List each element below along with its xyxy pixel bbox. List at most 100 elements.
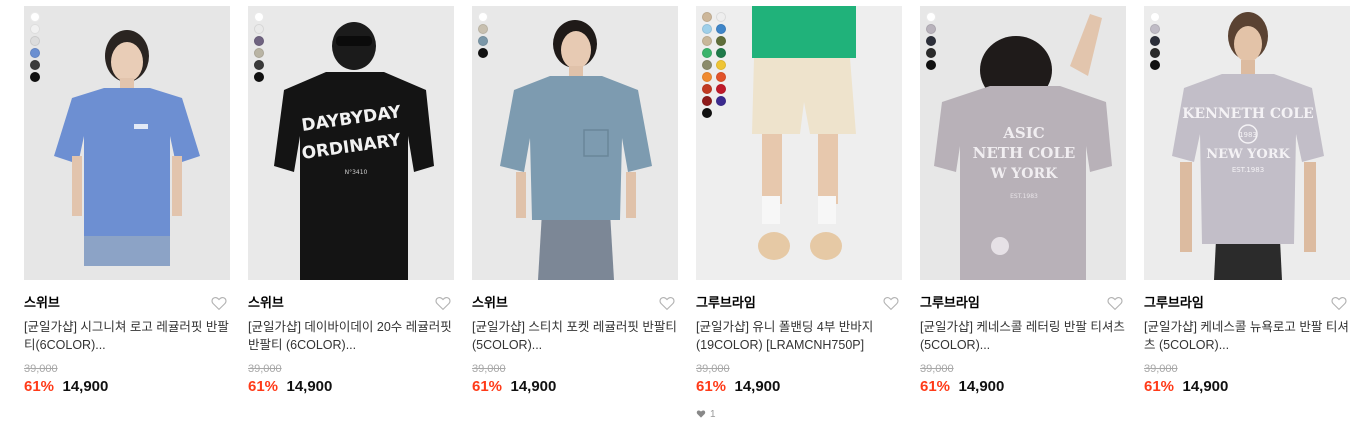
- color-swatch[interactable]: [716, 24, 726, 34]
- original-price: 39,000: [24, 363, 58, 375]
- heart-icon[interactable]: [210, 294, 228, 312]
- discount-rate: 61%: [696, 378, 727, 395]
- svg-text:N°3410: N°3410: [345, 169, 368, 176]
- product-card[interactable]: KENNETH COLE 1983 NEW YORK EST.1983 그루브라…: [1144, 6, 1350, 397]
- color-swatch[interactable]: [254, 48, 264, 58]
- color-swatch[interactable]: [716, 96, 726, 106]
- heart-icon[interactable]: [882, 294, 900, 312]
- color-swatch[interactable]: [30, 24, 40, 34]
- product-title[interactable]: [균일가샵] 케네스콜 레터링 반팔 티셔츠 (5COLOR)...: [920, 318, 1126, 354]
- sale-price: 14,900: [958, 378, 1005, 395]
- heart-icon[interactable]: [658, 294, 676, 312]
- svg-text:NETH COLE: NETH COLE: [973, 144, 1076, 162]
- color-swatch[interactable]: [254, 24, 264, 34]
- product-photo: [472, 6, 678, 280]
- color-swatches: [926, 12, 950, 70]
- color-swatch[interactable]: [1150, 60, 1160, 70]
- product-card[interactable]: 스위브 [균일가샵] 스티치 포켓 레귤러핏 반팔티 (5COLOR)... 3…: [472, 6, 678, 397]
- svg-text:NEW YORK: NEW YORK: [1206, 147, 1290, 162]
- color-swatch[interactable]: [702, 24, 712, 34]
- product-image[interactable]: KENNETH COLE 1983 NEW YORK EST.1983: [1144, 6, 1350, 280]
- product-title[interactable]: [균일가샵] 스티치 포켓 레귤러핏 반팔티 (5COLOR)...: [472, 318, 678, 354]
- product-image[interactable]: ASIC NETH COLE W YORK EST.1983: [920, 6, 1126, 280]
- product-card[interactable]: ASIC NETH COLE W YORK EST.1983 그루브라임 [균일…: [920, 6, 1126, 397]
- brand-name[interactable]: 그루브라임: [1144, 294, 1350, 312]
- svg-text:KENNETH COLE: KENNETH COLE: [1182, 106, 1313, 122]
- like-count-value: 1: [710, 409, 716, 420]
- color-swatch[interactable]: [702, 72, 712, 82]
- color-swatch[interactable]: [702, 48, 712, 58]
- color-swatch[interactable]: [702, 108, 712, 118]
- heart-icon[interactable]: [1106, 294, 1124, 312]
- color-swatch[interactable]: [30, 60, 40, 70]
- color-swatch[interactable]: [1150, 36, 1160, 46]
- color-swatch[interactable]: [254, 60, 264, 70]
- color-swatch[interactable]: [478, 12, 488, 22]
- product-title[interactable]: [균일가샵] 유니 폴밴딩 4부 반바지 (19COLOR) [LRAMCNH7…: [696, 318, 902, 354]
- color-swatch[interactable]: [926, 48, 936, 58]
- product-image[interactable]: DAYBYDAY ORDINARY N°3410: [248, 6, 454, 280]
- product-card[interactable]: 그루브라임 [균일가샵] 유니 폴밴딩 4부 반바지 (19COLOR) [LR…: [696, 6, 902, 421]
- product-image[interactable]: [696, 6, 902, 280]
- brand-name[interactable]: 스위브: [248, 294, 454, 312]
- heart-icon[interactable]: [434, 294, 452, 312]
- color-swatch[interactable]: [926, 36, 936, 46]
- color-swatch[interactable]: [716, 48, 726, 58]
- product-card[interactable]: DAYBYDAY ORDINARY N°3410 스위브 [균일가샵] 데이바이…: [248, 6, 454, 397]
- product-card[interactable]: 스위브 [균일가샵] 시그니쳐 로고 레귤러핏 반팔티(6COLOR)... 3…: [24, 6, 230, 397]
- brand-name[interactable]: 스위브: [24, 294, 230, 312]
- svg-text:1983: 1983: [1239, 131, 1257, 139]
- product-photo: [24, 6, 230, 280]
- color-swatch[interactable]: [1150, 48, 1160, 58]
- color-swatch[interactable]: [30, 12, 40, 22]
- color-swatch[interactable]: [254, 72, 264, 82]
- color-swatch[interactable]: [478, 48, 488, 58]
- product-title[interactable]: [균일가샵] 시그니쳐 로고 레귤러핏 반팔티(6COLOR)...: [24, 318, 230, 354]
- color-swatch[interactable]: [30, 36, 40, 46]
- color-swatch[interactable]: [702, 96, 712, 106]
- color-swatch[interactable]: [254, 36, 264, 46]
- color-swatch[interactable]: [702, 12, 712, 22]
- product-image[interactable]: [24, 6, 230, 280]
- color-swatch[interactable]: [702, 84, 712, 94]
- discount-rate: 61%: [1144, 378, 1175, 395]
- color-swatch[interactable]: [1150, 24, 1160, 34]
- color-swatch[interactable]: [716, 72, 726, 82]
- color-swatch[interactable]: [254, 12, 264, 22]
- price-line: 61% 14,900: [920, 377, 1126, 397]
- color-swatch[interactable]: [1150, 12, 1160, 22]
- sale-price: 14,900: [734, 378, 781, 395]
- color-swatch[interactable]: [702, 36, 712, 46]
- color-swatch[interactable]: [926, 12, 936, 22]
- brand-name[interactable]: 그루브라임: [696, 294, 902, 312]
- product-photo: KENNETH COLE 1983 NEW YORK EST.1983: [1144, 6, 1350, 280]
- color-swatch[interactable]: [702, 60, 712, 70]
- brand-name[interactable]: 스위브: [472, 294, 678, 312]
- color-swatch[interactable]: [926, 60, 936, 70]
- product-photo: ASIC NETH COLE W YORK EST.1983: [920, 6, 1126, 280]
- color-swatch[interactable]: [926, 24, 936, 34]
- color-swatch[interactable]: [478, 36, 488, 46]
- original-price: 39,000: [1144, 363, 1178, 375]
- product-title[interactable]: [균일가샵] 데이바이데이 20수 레귤러핏 반팔티 (6COLOR)...: [248, 318, 454, 354]
- heart-icon[interactable]: [1330, 294, 1348, 312]
- color-swatch[interactable]: [716, 12, 726, 22]
- brand-name[interactable]: 그루브라임: [920, 294, 1126, 312]
- product-photo: [696, 6, 902, 280]
- color-swatches: [1150, 12, 1174, 70]
- color-swatch[interactable]: [716, 84, 726, 94]
- sale-price: 14,900: [286, 378, 333, 395]
- color-swatch[interactable]: [716, 60, 726, 70]
- price-line: 61% 14,900: [248, 377, 454, 397]
- color-swatch[interactable]: [716, 36, 726, 46]
- color-swatch[interactable]: [30, 72, 40, 82]
- sale-price: 14,900: [1182, 378, 1229, 395]
- original-price: 39,000: [472, 363, 506, 375]
- color-swatches: [254, 12, 278, 82]
- svg-text:EST.1983: EST.1983: [1232, 166, 1264, 174]
- color-swatch[interactable]: [478, 24, 488, 34]
- color-swatch[interactable]: [30, 48, 40, 58]
- product-image[interactable]: [472, 6, 678, 280]
- product-title[interactable]: [균일가샵] 케네스콜 뉴욕로고 반팔 티셔츠 (5COLOR)...: [1144, 318, 1350, 354]
- price-line: 61% 14,900: [1144, 377, 1350, 397]
